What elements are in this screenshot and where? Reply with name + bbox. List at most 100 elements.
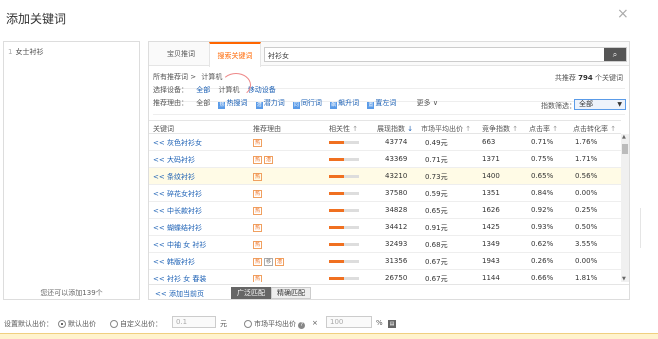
reason-tags: 热 — [253, 274, 264, 282]
avg-bid-cell: 0.65元 — [425, 207, 448, 215]
add-current-page-button[interactable]: << 添加当前页 — [155, 289, 204, 299]
col-relevance[interactable]: 相关性 ↑ — [329, 124, 358, 134]
market-bid-radio[interactable]: 市场平均出价 ? — [244, 319, 306, 329]
competition-cell: 1349 — [482, 240, 500, 248]
index-filter-label: 指数筛选： — [541, 102, 576, 110]
table-row[interactable]: << 中长款衬衫 热 34828 0.65元 1626 0.92% 0.25% — [149, 202, 621, 219]
breadcrumb-current: 计算机 — [201, 73, 223, 81]
table-row[interactable]: << 蝴蝶结衬衫 热 34412 0.91元 1425 0.93% 0.50% — [149, 219, 621, 236]
device-label: 选择设备： — [153, 86, 188, 94]
col-avg-bid[interactable]: 市场平均出价 ↑ — [421, 124, 471, 134]
reason-tags: 热移潜 — [253, 257, 286, 266]
keyword-link[interactable]: << 韩版衬衫 — [153, 257, 195, 267]
custom-bid-input[interactable]: 0.1 — [172, 316, 216, 328]
search-input[interactable]: 衬衫女 — [268, 51, 289, 61]
tab-bar: 宝贝推词 搜索关键词 衬衫女 ⌕ — [149, 42, 629, 67]
table-row[interactable]: << 韩版衬衫 热移潜 31356 0.67元 1943 0.26% 0.00% — [149, 253, 621, 270]
reason-option-rising[interactable]: 飙飙升词 — [330, 99, 359, 109]
keyword-link[interactable]: << 衬衫 女 春装 — [153, 274, 206, 282]
table-row[interactable]: << 灰色衬衫女 热 43774 0.49元 663 0.71% 1.76% — [149, 134, 621, 151]
scroll-down-icon[interactable]: ▼ — [622, 276, 626, 282]
device-option-all[interactable]: 全部 — [196, 86, 210, 94]
ctr-cell: 0.71% — [531, 138, 554, 146]
keyword-link[interactable]: << 条纹衬衫 — [153, 172, 195, 182]
sort-desc-icon: ↓ — [407, 125, 414, 133]
col-reason: 推荐理由 — [253, 125, 281, 133]
remaining-count: 您还可以添加139个 — [40, 289, 103, 297]
rising-icon: 飙 — [330, 102, 338, 109]
keyword-link[interactable]: << 碎花女衬衫 — [153, 189, 202, 199]
ctr-cell: 0.62% — [531, 240, 554, 248]
reason-option-peer[interactable]: 同同行词 — [292, 99, 322, 109]
tab-search-keyword[interactable]: 搜索关键词 — [209, 42, 261, 67]
competition-cell: 1351 — [482, 189, 500, 197]
total-count: 共推荐 794 个关键词 — [554, 74, 623, 82]
device-option-mobile[interactable]: 移动设备 — [248, 86, 276, 94]
reason-option-all[interactable]: 全部 — [196, 99, 210, 107]
ctr-cell: 0.92% — [531, 206, 554, 214]
dialog-title: 添加关键词 — [6, 12, 67, 26]
reason-tags: 热 — [253, 206, 264, 215]
table-row[interactable]: << 条纹衬衫 热 43210 0.73元 1400 0.65% 0.56% — [149, 168, 621, 185]
tab-item-recommend[interactable]: 宝贝推词 — [155, 42, 207, 66]
peer-icon: 同 — [292, 102, 300, 109]
table-row[interactable]: << 衬衫 女 春装 热 26750 0.67元 1144 0.66% 1.81% — [149, 270, 621, 282]
col-competition[interactable]: 竞争指数 ↑ — [482, 124, 518, 134]
index-filter-select[interactable]: 全部 ▼ — [574, 99, 626, 110]
table-row[interactable]: << 大码衬衫 热潜 43369 0.71元 1371 0.75% 1.71% — [149, 151, 621, 168]
hot-tag-icon: 热 — [253, 258, 262, 266]
hot-tag-icon: 热 — [253, 173, 262, 181]
keyword-link[interactable]: << 灰色衬衫女 — [153, 138, 202, 148]
avg-bid-cell: 0.71元 — [425, 156, 448, 164]
ctr-cell: 0.26% — [531, 257, 554, 265]
ctr-cell: 0.65% — [531, 172, 554, 180]
hot-icon: 热 — [218, 102, 226, 109]
table-scrollbar[interactable]: ▲ ▼ — [621, 134, 629, 282]
reason-tags: 热潜 — [253, 155, 275, 164]
hot-tag-icon: 热 — [253, 190, 262, 198]
keyword-link[interactable]: << 蝴蝶结衬衫 — [153, 223, 202, 233]
hot-tag-icon: 热 — [253, 156, 262, 164]
relevance-bar — [329, 260, 359, 263]
cvr-cell: 0.00% — [575, 257, 598, 265]
list-item[interactable]: 1 女士衬衫 — [8, 47, 43, 57]
col-ctr[interactable]: 点击率 ↑ — [529, 124, 558, 134]
close-icon[interactable]: × — [617, 6, 629, 22]
broad-match-button[interactable]: 广泛匹配 — [231, 287, 271, 299]
table-row[interactable]: << 碎花女衬衫 热 37580 0.59元 1351 0.84% 0.00% — [149, 185, 621, 202]
search-box: 衬衫女 ⌕ — [264, 47, 627, 62]
keyword-link[interactable]: << 中袖 女 衬衫 — [153, 240, 206, 250]
reason-option-left[interactable]: 置置左词 — [367, 99, 396, 109]
search-icon[interactable]: ⌕ — [604, 48, 626, 61]
relevance-bar — [329, 158, 359, 161]
default-bid-radio[interactable]: 默认出价 — [58, 319, 96, 329]
more-button[interactable]: 更多 ∨ — [417, 99, 438, 107]
reason-option-hot[interactable]: 热热搜词 — [218, 99, 247, 109]
keyword-link[interactable]: << 中长款衬衫 — [153, 206, 202, 216]
scrollbar-thumb[interactable] — [622, 144, 628, 154]
bid-label: 设置默认出价： — [4, 320, 53, 328]
col-impressions[interactable]: 展现指数 ↓ — [377, 124, 413, 134]
sort-icon: ↑ — [552, 125, 559, 133]
relevance-bar — [329, 141, 359, 144]
col-cvr[interactable]: 点击转化率 ↑ — [573, 124, 616, 134]
col-keyword: 关键词 — [153, 125, 174, 133]
relevance-bar — [329, 243, 359, 246]
scroll-up-icon[interactable]: ▲ — [622, 134, 626, 140]
keyword-link[interactable]: << 大码衬衫 — [153, 155, 195, 165]
info-square-icon[interactable]: ▤ — [388, 319, 396, 328]
reason-option-potential[interactable]: 潜潜力词 — [255, 99, 285, 109]
custom-bid-radio[interactable]: 自定义出价： — [110, 319, 162, 329]
breadcrumb-root[interactable]: 所有推荐词 > — [153, 73, 196, 81]
times-symbol: × — [312, 319, 318, 327]
table-row[interactable]: << 中袖 女 衬衫 热 32493 0.68元 1349 0.62% 3.55% — [149, 236, 621, 253]
hot-tag-icon: 热 — [253, 207, 262, 215]
impressions-cell: 34412 — [385, 223, 408, 231]
exact-match-button[interactable]: 精确匹配 — [271, 287, 311, 299]
impressions-cell: 37580 — [385, 189, 408, 197]
hot-tag-icon: 热 — [253, 224, 262, 232]
reason-label: 推荐理由： — [153, 99, 188, 107]
reason-tags: 热 — [253, 240, 264, 249]
percent-input[interactable]: 100 — [326, 316, 372, 328]
hot-tag-icon: 热 — [253, 241, 262, 249]
